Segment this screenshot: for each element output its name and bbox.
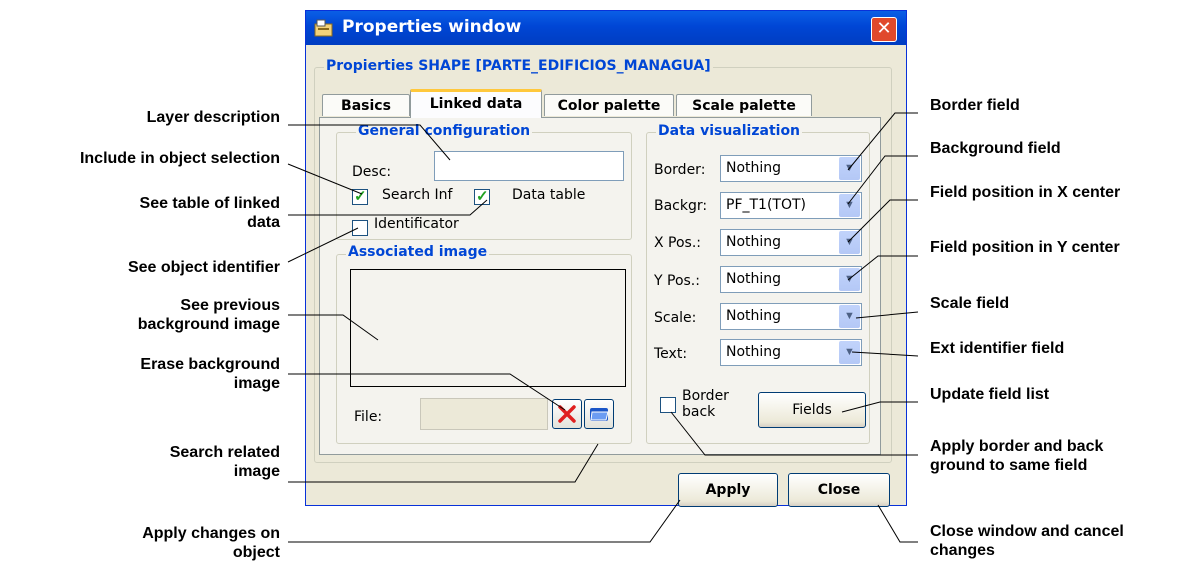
annotation-apply-changes: Apply changes on object: [40, 524, 280, 562]
annotation-see-previous: See previous background image: [40, 296, 280, 334]
shape-properties-title: Propierties SHAPE [PARTE_EDIFICIOS_MANAG…: [324, 58, 713, 74]
border-back-label-line: Border: [682, 388, 729, 404]
background-image-preview: [350, 269, 626, 387]
associated-image-legend: Associated image: [346, 244, 490, 260]
chevron-down-icon[interactable]: ▼: [839, 341, 860, 364]
ypos-field-value: Nothing: [726, 271, 782, 287]
erase-image-button[interactable]: [552, 399, 582, 429]
background-label: Backgr:: [654, 198, 708, 214]
annotation-line: data: [247, 214, 280, 231]
border-field-select[interactable]: Nothing ▼: [720, 155, 862, 182]
annotation-see-table: See table of linked data: [60, 194, 280, 232]
annotation-line: See previous: [180, 297, 280, 314]
annotation-line: background image: [137, 316, 280, 333]
desc-input[interactable]: [434, 151, 624, 181]
general-configuration-legend: General configuration: [356, 123, 533, 139]
annotation-line: image: [233, 375, 280, 392]
title-bar[interactable]: Properties window ✕: [306, 11, 906, 45]
identificator-checkbox[interactable]: [352, 220, 368, 236]
data-table-checkbox[interactable]: ✓: [474, 188, 490, 205]
annotation-erase-background: Erase background image: [40, 355, 280, 393]
leader-close-cancel: [877, 504, 918, 543]
window-title: Properties window: [342, 17, 522, 37]
xpos-field-value: Nothing: [726, 234, 782, 250]
annotation-ext-identifier: Ext identifier field: [930, 340, 1065, 357]
annotation-border-field: Border field: [930, 97, 1020, 114]
close-icon[interactable]: ✕: [871, 17, 897, 42]
annotation-see-identifier: See object identifier: [127, 259, 280, 276]
tab-color-palette[interactable]: Color palette: [544, 94, 674, 116]
annotation-line: changes: [930, 542, 995, 559]
window-icon: [314, 19, 333, 37]
fields-button[interactable]: Fields: [758, 392, 866, 428]
annotation-ypos-field: Field position in Y center: [930, 239, 1120, 256]
search-image-button[interactable]: [584, 399, 614, 429]
annotation-xpos-field: Field position in X center: [930, 184, 1121, 201]
ext-identifier-select[interactable]: Nothing ▼: [720, 339, 862, 366]
chevron-down-icon[interactable]: ▼: [839, 231, 860, 254]
annotation-background-field: Background field: [930, 140, 1061, 157]
text-label: Text:: [654, 346, 688, 362]
annotation-line: ground to same field: [930, 457, 1088, 474]
checkmark-icon: ✓: [354, 188, 367, 205]
background-field-value: PF_T1(TOT): [726, 197, 807, 213]
ext-identifier-value: Nothing: [726, 344, 782, 360]
tab-basics[interactable]: Basics: [322, 94, 410, 116]
border-field-value: Nothing: [726, 160, 782, 176]
data-visualization-legend: Data visualization: [656, 123, 803, 139]
red-x-icon: [558, 405, 576, 423]
border-back-checkbox[interactable]: [660, 397, 676, 413]
search-inf-checkbox[interactable]: ✓: [352, 188, 368, 205]
close-button[interactable]: Close: [788, 473, 890, 507]
properties-window: Properties window ✕ Propierties SHAPE [P…: [305, 10, 907, 507]
annotation-layer-description: Layer description: [146, 109, 280, 126]
ypos-field-select[interactable]: Nothing ▼: [720, 266, 862, 293]
chevron-down-icon[interactable]: ▼: [839, 305, 860, 328]
tab-linked-data[interactable]: Linked data: [410, 89, 542, 118]
data-table-label: Data table: [512, 187, 586, 203]
identificator-label: Identificator: [374, 216, 459, 232]
apply-button[interactable]: Apply: [678, 473, 778, 507]
file-path-field: [420, 398, 548, 430]
border-back-label: Border back: [682, 388, 729, 420]
annotation-line: Erase background: [140, 356, 280, 373]
desc-label: Desc:: [352, 164, 392, 180]
annotation-include-selection: Include in object selection: [79, 150, 280, 167]
scale-field-select[interactable]: Nothing ▼: [720, 303, 862, 330]
annotation-line: Close window and cancel: [930, 523, 1124, 540]
annotation-apply-border: Apply border and back ground to same fie…: [930, 437, 1103, 475]
search-inf-label: Search Inf: [382, 187, 453, 203]
checkmark-icon: ✓: [476, 188, 489, 205]
xpos-label: X Pos.:: [654, 235, 702, 251]
chevron-down-icon[interactable]: ▼: [839, 157, 860, 180]
xpos-field-select[interactable]: Nothing ▼: [720, 229, 862, 256]
chevron-down-icon[interactable]: ▼: [839, 194, 860, 217]
annotation-update-list: Update field list: [930, 386, 1050, 403]
annotation-line: Apply changes on: [142, 525, 280, 542]
annotation-line: See table of linked: [139, 195, 280, 212]
annotation-line: Apply border and back: [930, 438, 1104, 455]
annotation-search-related: Search related image: [40, 443, 280, 481]
scale-label: Scale:: [654, 310, 697, 326]
annotation-line: image: [233, 463, 280, 480]
border-back-label-line: back: [682, 404, 716, 420]
scale-field-value: Nothing: [726, 308, 782, 324]
annotation-line: Search related: [169, 444, 280, 461]
file-label: File:: [354, 409, 383, 425]
chevron-down-icon[interactable]: ▼: [839, 268, 860, 291]
border-label: Border:: [654, 162, 706, 178]
annotation-line: object: [232, 544, 280, 561]
annotation-scale-field: Scale field: [930, 295, 1010, 312]
leader-apply-changes: [288, 499, 681, 543]
folder-icon: [590, 408, 609, 421]
ypos-label: Y Pos.:: [654, 273, 700, 289]
tab-scale-palette[interactable]: Scale palette: [676, 94, 812, 116]
annotation-close-cancel: Close window and cancel changes: [930, 522, 1124, 560]
background-field-select[interactable]: PF_T1(TOT) ▼: [720, 192, 862, 219]
